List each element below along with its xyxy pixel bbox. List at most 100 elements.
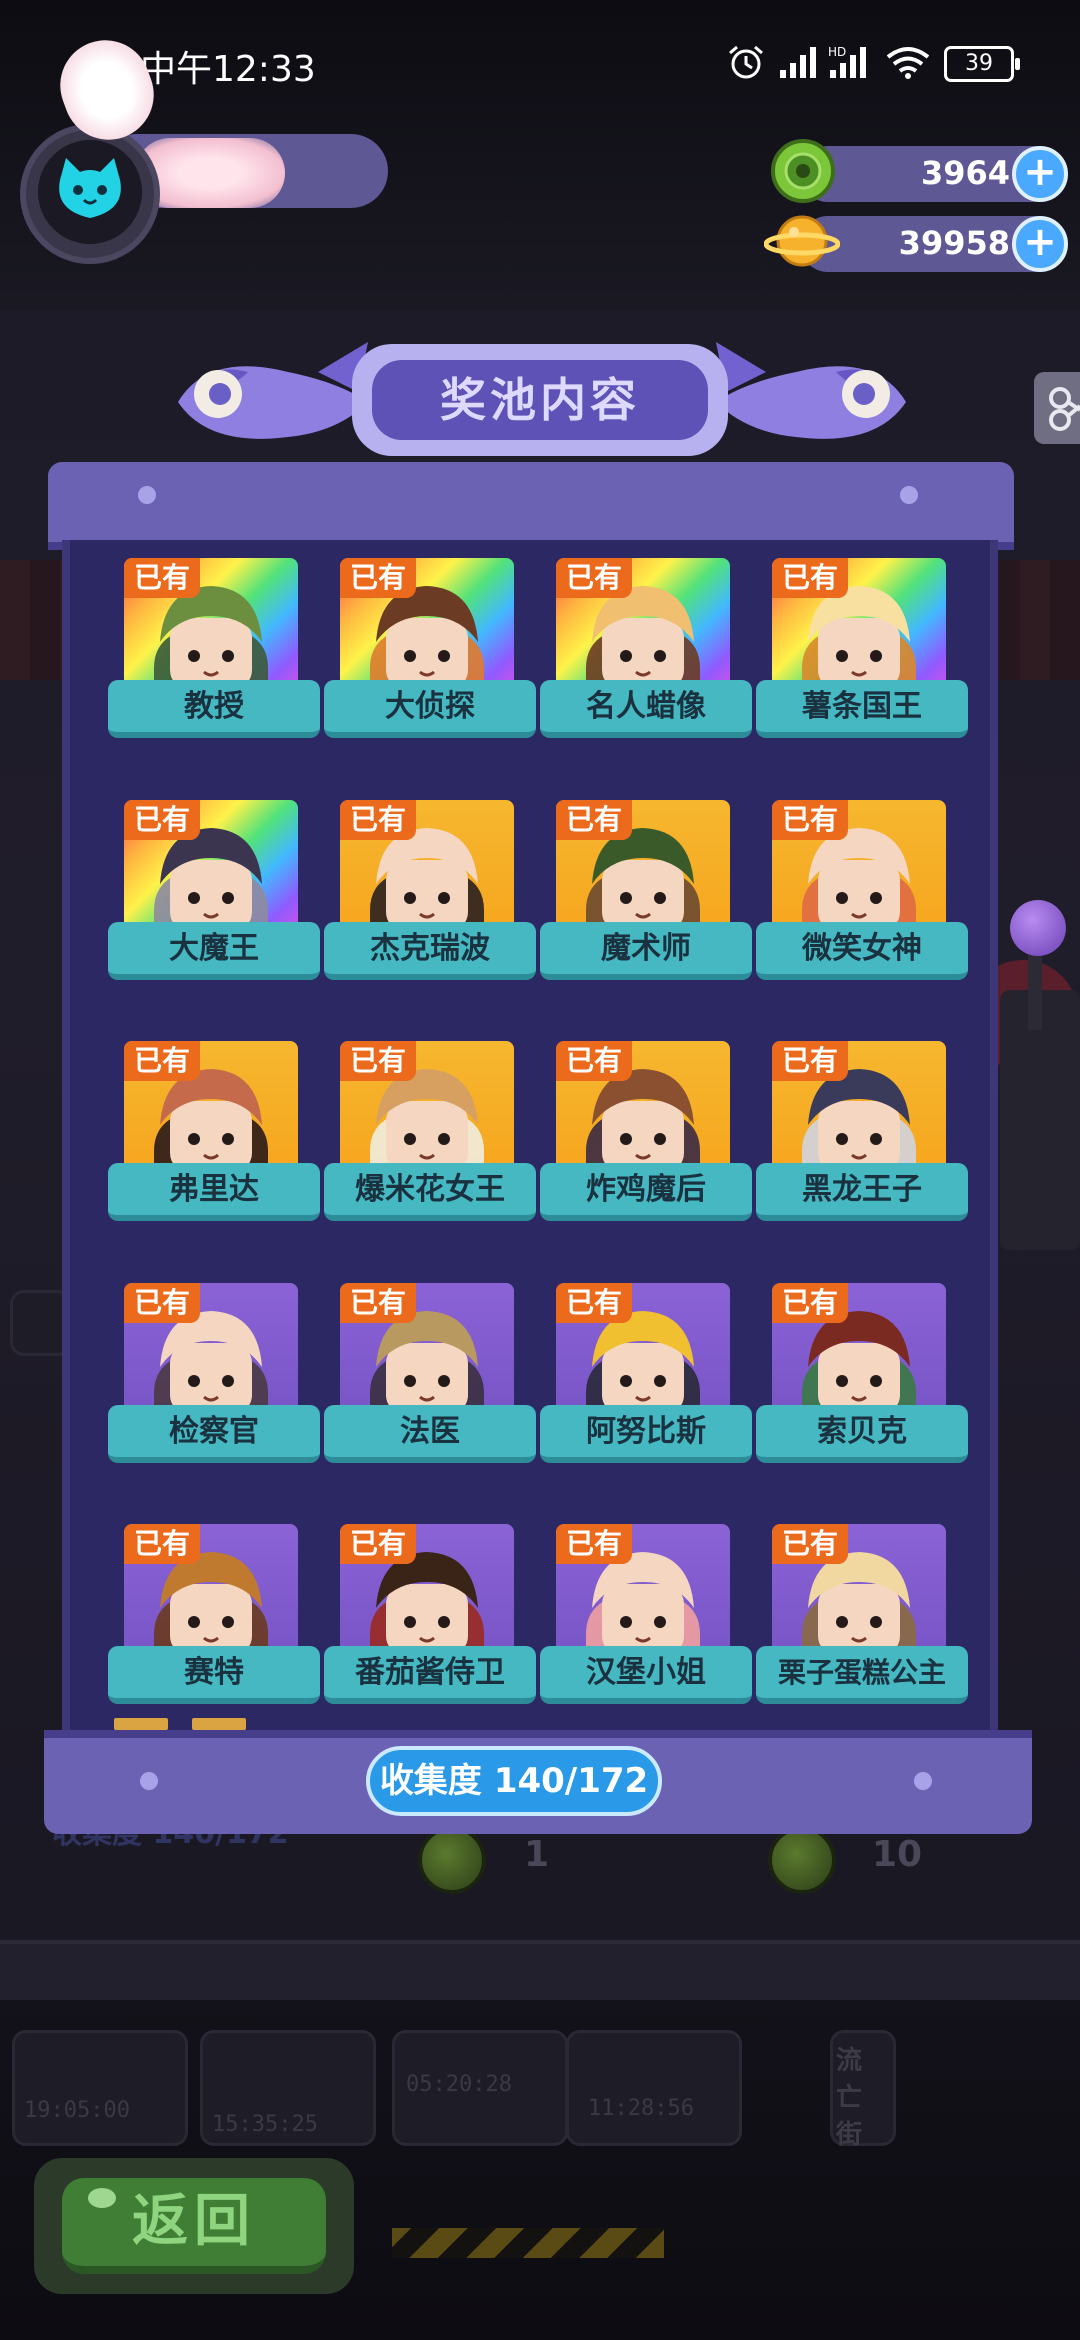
back-button-shine [88,2188,116,2208]
prize-item[interactable]: 已有检察官 [108,1273,324,1473]
battery-indicator: 39 [944,46,1020,82]
owned-badge: 已有 [340,558,417,598]
owned-badge: 已有 [556,799,633,840]
rivet [914,1772,932,1790]
prize-item-name: 教授 [108,680,320,738]
fish-left-decoration [178,342,368,439]
owned-badge: 已有 [556,558,633,598]
lever-knob[interactable] [1010,900,1066,956]
bg-slot-4 [566,2030,742,2146]
prize-item[interactable]: 已有爆米花女王 [324,1031,540,1231]
prize-item-name: 炸鸡魔后 [540,1163,752,1221]
owned-badge: 已有 [124,1524,201,1564]
prize-item-name: 索贝克 [756,1404,968,1463]
wifi-icon [886,47,930,79]
signal-icon [780,47,816,78]
prize-item-name: 薯条国王 [756,680,968,738]
prize-item-name: 汉堡小姐 [540,1646,752,1704]
side-scissor-button[interactable] [1034,372,1080,444]
prize-item[interactable]: 已有番茄酱侍卫 [324,1514,540,1714]
prize-item[interactable]: 已有 大侦探 [324,548,540,748]
bg-timer-4: 11:28:56 [588,2096,694,2121]
prize-item-name: 微笑女神 [756,921,968,980]
collection-progress-label: 收集度 [379,1761,482,1801]
bg-cost-one: 1 [524,1834,550,1875]
owned-badge: 已有 [556,1524,633,1564]
bg-timer-1: 19:05:00 [24,2098,130,2123]
rivet [140,1772,158,1790]
prize-item-name: 栗子蛋糕公主 [756,1646,968,1704]
prize-item[interactable]: 已有 法医 [324,1273,540,1473]
status-time: 中午12:33 [140,49,316,90]
bg-coin-icon [418,1826,486,1894]
prize-item[interactable]: 已有大魔王 [108,790,324,990]
owned-badge: 已有 [124,1282,201,1323]
prize-item[interactable]: 已有 魔术师 [540,790,756,990]
prize-item-name: 黑龙王子 [756,1163,968,1221]
bg-side-text: 流亡街 [836,2046,863,2150]
prize-item[interactable]: 已有栗子蛋糕公主 [756,1514,972,1714]
owned-badge: 已有 [772,1524,849,1564]
prize-item[interactable]: 已有薯条国王 [756,548,972,748]
bg-timer-2: 15:35:25 [212,2112,318,2137]
rivet [138,486,156,504]
signal-hd-icon: HD [828,45,866,78]
owned-badge: 已有 [340,799,417,840]
prize-item[interactable]: 已有黑龙王子 [756,1031,972,1231]
add-coin-button[interactable]: + [1012,146,1068,202]
prize-item-name: 阿努比斯 [540,1404,752,1463]
owned-badge: 已有 [772,1041,849,1081]
owned-badge: 已有 [556,1041,633,1081]
owned-badge: 已有 [124,799,201,840]
bg-shelf [0,1940,1080,2004]
prize-item[interactable]: 已有弗里达 [108,1031,324,1231]
prize-item[interactable]: 已有教授 [108,548,324,748]
scroll-hint-tab [192,1718,246,1730]
collection-progress-value: 140/172 [493,1761,649,1801]
prize-item[interactable]: 已有杰克瑞波 [324,790,540,990]
owned-badge: 已有 [124,1041,201,1081]
svg-text:HD: HD [828,45,846,59]
rivet [900,486,918,504]
collection-progress: 收集度 140/172 [366,1746,662,1816]
fish-right-decoration [716,342,906,439]
hazard-stripe [392,2228,664,2258]
prize-item-name: 爆米花女王 [324,1163,536,1221]
scissors-icon [1049,387,1080,431]
owned-badge: 已有 [772,558,849,598]
owned-badge: 已有 [124,558,201,598]
owned-badge: 已有 [340,1524,417,1564]
status-bar: 中午12:33 HD 39 [0,0,1080,120]
prize-item-name: 杰克瑞波 [324,921,536,980]
prize-item-name: 检察官 [108,1404,320,1463]
bg-slot-1 [12,2030,188,2146]
owned-badge: 已有 [772,799,849,840]
prize-item[interactable]: 已有微笑女神 [756,790,972,990]
gold-planet-icon [764,215,840,267]
panel-title: 奖池内容 [372,360,708,440]
prize-item-name: 弗里达 [108,1163,320,1221]
prize-item[interactable]: 已有 阿努比斯 [540,1273,756,1473]
prize-item[interactable]: 已有名人蜡像 [540,548,756,748]
prize-item[interactable]: 已有索贝克 [756,1273,972,1473]
alarm-icon [729,45,763,79]
prize-item-name: 名人蜡像 [540,680,752,738]
avatar[interactable] [38,140,142,244]
scroll-hint-tab [114,1718,168,1730]
panel-header [48,462,1014,550]
prize-item[interactable]: 已有 赛特 [108,1514,324,1714]
cat-face-icon [38,140,142,244]
prize-item-name: 番茄酱侍卫 [324,1646,536,1704]
owned-badge: 已有 [340,1041,417,1081]
bg-timer-3: 05:20:28 [406,2072,512,2097]
prize-item-name: 大魔王 [108,921,320,980]
prize-item[interactable]: 已有炸鸡魔后 [540,1031,756,1231]
prize-item[interactable]: 已有汉堡小姐 [540,1514,756,1714]
planet-amount: 39958 [898,224,1010,262]
prize-item-name: 法医 [324,1404,536,1463]
add-planet-button[interactable]: + [1012,216,1068,272]
green-coin-icon [771,139,835,203]
owned-badge: 已有 [772,1282,849,1323]
coin-amount: 3964 [920,154,1010,192]
bg-coin-icon-2 [768,1826,836,1894]
